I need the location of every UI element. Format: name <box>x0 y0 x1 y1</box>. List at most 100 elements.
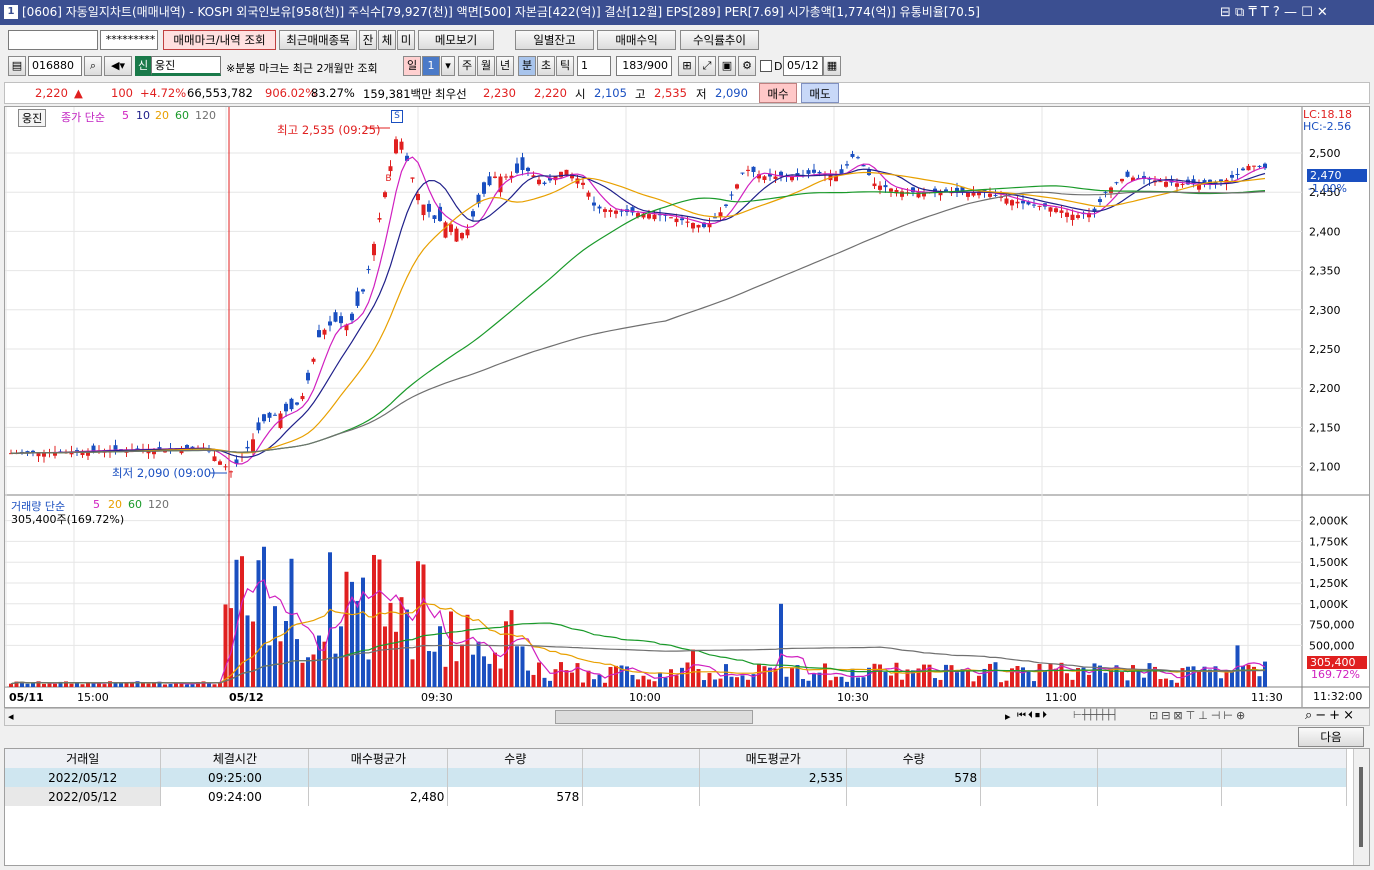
column-header[interactable]: 체결시간 <box>160 749 310 768</box>
candle-body <box>113 445 118 450</box>
volume-bar <box>1169 680 1174 687</box>
column-header[interactable]: 수량 <box>447 749 584 768</box>
vol-ma5-legend: 5 <box>93 498 100 511</box>
stock-name-field[interactable]: 웅진 <box>151 56 221 76</box>
period-month[interactable]: 월 <box>477 56 495 76</box>
toolbar-chart: ▤ 016880 ⌕ ◀▾ 신 웅진 ※분봉 마크는 최근 2개월만 조회 일 … <box>0 53 1374 79</box>
sell-marker[interactable]: S <box>391 110 403 123</box>
candle-body <box>1065 212 1069 217</box>
column-header[interactable]: 매수평균가 <box>308 749 449 768</box>
volume-bar <box>801 679 805 687</box>
period-multiplier[interactable]: 1 <box>422 56 440 76</box>
account-select[interactable] <box>8 30 98 50</box>
volume-bar <box>1197 671 1201 687</box>
volume-bar <box>674 675 679 687</box>
interval-select[interactable]: 1 <box>577 56 611 76</box>
volume-bar <box>542 677 547 687</box>
che-button[interactable]: 체 <box>378 30 396 50</box>
zoom-icons[interactable]: ⌕−+× <box>1305 708 1357 723</box>
trade-history-grid: 거래일 체결시간 매수평균가 수량 매도평균가 수량 2022/05/12 09:25:00… <box>4 748 1370 866</box>
table-cell <box>1097 787 1222 806</box>
next-button[interactable]: 다음 <box>1298 727 1364 747</box>
mark-history-button[interactable]: 매매마크/내역 조회 <box>163 30 276 50</box>
candle-body <box>471 211 475 217</box>
search-icon[interactable]: ⌕ <box>84 56 102 76</box>
buy-marker[interactable]: B <box>383 173 394 185</box>
chart-panel[interactable]: 2,500 2,450 2,400 2,350 2,300 2,250 2,200 2,150… <box>4 106 1370 708</box>
period-day[interactable]: 일 <box>403 56 421 76</box>
playback-controls-icon[interactable]: ⏮⏴⏹⏵ <box>1017 710 1049 721</box>
volume-bar <box>1015 666 1020 687</box>
scroll-right-icon[interactable]: ▸ <box>1005 710 1011 723</box>
layout-icon[interactable]: ▤ <box>8 56 26 76</box>
memo-button[interactable]: 메모보기 <box>418 30 494 50</box>
stock-code-input[interactable]: 016880 <box>28 56 82 76</box>
column-header[interactable]: 수량 <box>846 749 982 768</box>
table-cell: 2022/05/12 <box>5 787 162 806</box>
return-trend-button[interactable]: 수익률추이 <box>680 30 759 50</box>
candle-body <box>432 215 437 219</box>
column-header[interactable] <box>582 749 701 768</box>
window-controls[interactable]: ⊟ ⧉ ₸ T ? — ☐ ✕ <box>1220 0 1328 25</box>
password-field[interactable]: ********* <box>100 30 158 50</box>
ask-price: 2,220 <box>534 86 567 100</box>
table-row[interactable]: 2022/05/12 09:24:00 2,480 578 <box>5 787 1347 806</box>
period-year[interactable]: 년 <box>496 56 514 76</box>
grid-scroll-thumb[interactable] <box>1359 767 1363 847</box>
candle-body <box>339 316 343 324</box>
calendar-icon[interactable]: ▦ <box>823 56 841 76</box>
date-checkbox[interactable] <box>760 60 772 72</box>
candle-body <box>1059 210 1064 213</box>
chart-scrollbar[interactable]: ◂ ▸ ⏮⏴⏹⏵ ⊢┼┼┼┼┼┤ ⊡⊟⊠⊤⊥⊣⊢⊕ ⌕−+× <box>4 708 1370 726</box>
date-field[interactable]: 05/12 <box>783 56 823 76</box>
mi-button[interactable]: 미 <box>397 30 415 50</box>
grid-scrollbar[interactable] <box>1353 749 1369 865</box>
chevron-down-icon[interactable]: ▾ <box>441 56 455 76</box>
column-header[interactable]: 거래일 <box>5 749 162 768</box>
column-header[interactable]: 매도평균가 <box>699 749 848 768</box>
scroll-thumb[interactable] <box>555 710 753 724</box>
volume-bar <box>427 651 431 687</box>
jan-button[interactable]: 잔 <box>359 30 377 50</box>
column-header[interactable] <box>1221 749 1347 768</box>
period-week[interactable]: 주 <box>458 56 476 76</box>
candle-body <box>883 185 888 188</box>
trade-profit-button[interactable]: 매매수익 <box>597 30 676 50</box>
zoom-slider-icon[interactable]: ⊢┼┼┼┼┼┤ <box>1073 710 1118 721</box>
chart-tool-icon[interactable]: ⊞ <box>678 56 696 76</box>
table-cell: 578 <box>447 787 584 806</box>
volume-bar <box>190 684 195 687</box>
save-icon[interactable]: ▣ <box>718 56 736 76</box>
volume-bar <box>223 604 228 687</box>
volume-bar <box>146 683 151 687</box>
volume-bar <box>1213 666 1218 687</box>
candle-body <box>449 224 453 232</box>
candle-body <box>647 214 651 219</box>
gear-icon[interactable]: ⚙ <box>738 56 756 76</box>
volume-bar <box>1131 665 1135 687</box>
daily-balance-button[interactable]: 일별잔고 <box>515 30 594 50</box>
candlestick-chart[interactable]: 2,5002,4502,4002,3502,3002,2502,2002,150… <box>5 107 1369 707</box>
speaker-icon[interactable]: ◀▾ <box>104 56 132 76</box>
column-header[interactable] <box>980 749 1099 768</box>
recent-trades-button[interactable]: 최근매매종목 <box>279 30 357 50</box>
volume-bar <box>949 665 954 687</box>
table-row[interactable]: 2022/05/12 09:25:00 2,535 578 <box>5 768 1347 787</box>
scroll-left-icon[interactable]: ◂ <box>8 710 14 723</box>
stock-tag[interactable]: 웅진 <box>18 109 47 127</box>
period-tick[interactable]: 틱 <box>556 56 574 76</box>
count-field[interactable]: 183/900 <box>616 56 672 76</box>
period-second[interactable]: 초 <box>537 56 555 76</box>
volume-tick-label: 1,250K <box>1309 577 1348 590</box>
price-ma120-line <box>10 191 1266 454</box>
buy-button[interactable]: 매수 <box>759 83 797 103</box>
volume-bar <box>515 646 519 687</box>
volume-bar <box>559 662 563 687</box>
column-header[interactable] <box>1097 749 1222 768</box>
draw-tool-icon[interactable]: ⤢ <box>698 56 716 76</box>
volume-bar <box>372 554 376 687</box>
period-minute[interactable]: 분 <box>518 56 536 76</box>
low-marker-label: 최저 2,090 (09:00) <box>112 466 216 480</box>
chart-tools-icon[interactable]: ⊡⊟⊠⊤⊥⊣⊢⊕ <box>1149 709 1248 722</box>
sell-button[interactable]: 매도 <box>801 83 839 103</box>
